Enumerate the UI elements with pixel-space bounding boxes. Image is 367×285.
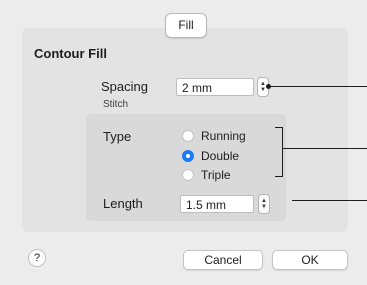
radio-triple-label: Triple <box>201 168 231 182</box>
callout-line-spacing <box>268 86 367 87</box>
radio-button-selected[interactable] <box>182 150 194 162</box>
callout-dot <box>266 84 271 89</box>
chevron-down-icon: ▼ <box>261 204 267 210</box>
type-label: Type <box>103 129 132 144</box>
length-input[interactable]: 1.5 mm <box>180 195 254 213</box>
radio-button[interactable] <box>182 169 194 181</box>
spacing-input[interactable]: 2 mm <box>176 78 254 96</box>
bracket-vertical <box>282 127 283 177</box>
contour-fill-title: Contour Fill <box>34 46 107 61</box>
help-button[interactable]: ? <box>28 249 46 267</box>
ok-button[interactable]: OK <box>272 250 348 270</box>
length-label: Length <box>103 196 143 211</box>
length-stepper[interactable]: ▲ ▼ <box>258 194 270 214</box>
radio-triple[interactable]: Triple <box>182 167 231 183</box>
radio-button[interactable] <box>182 130 194 142</box>
bracket-bottom <box>275 176 283 177</box>
spacing-label: Spacing <box>101 79 148 94</box>
radio-running-label: Running <box>201 129 246 143</box>
radio-double[interactable]: Double <box>182 148 239 164</box>
cancel-button[interactable]: Cancel <box>183 250 263 270</box>
tab-fill[interactable]: Fill <box>165 13 207 38</box>
fill-dialog: Fill Contour Fill Spacing 2 mm ▲ ▼ Stitc… <box>0 0 367 285</box>
chevron-down-icon: ▼ <box>260 87 266 93</box>
stitch-section-label: Stitch <box>103 99 129 110</box>
callout-line-type <box>282 148 367 149</box>
callout-line-length <box>292 200 367 201</box>
radio-running[interactable]: Running <box>182 128 246 144</box>
radio-double-label: Double <box>201 149 240 163</box>
